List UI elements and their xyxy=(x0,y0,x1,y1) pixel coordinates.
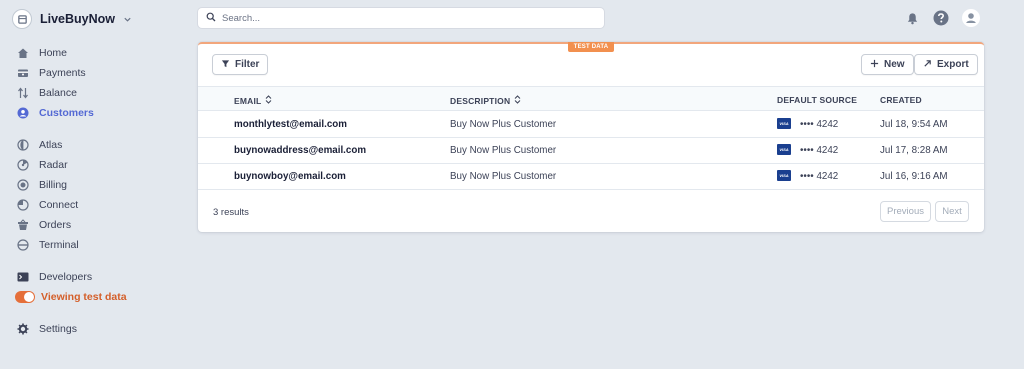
sidebar-item-home[interactable]: Home xyxy=(16,45,67,61)
column-email[interactable]: EMAIL xyxy=(234,95,272,106)
payments-icon xyxy=(16,67,29,80)
filter-button[interactable]: Filter xyxy=(212,54,269,75)
created-date: Jul 18, 9:54 AM xyxy=(880,119,948,130)
customer-description: Buy Now Plus Customer xyxy=(450,171,557,182)
column-source-label: DEFAULT SOURCE xyxy=(777,95,858,105)
card-last4: •••• 4242 xyxy=(800,145,839,156)
plus-icon xyxy=(870,59,879,71)
search-input[interactable]: Search... xyxy=(198,8,604,28)
sidebar-item-atlas[interactable]: Atlas xyxy=(16,137,62,153)
radar-icon xyxy=(16,159,29,172)
billing-icon xyxy=(16,179,29,192)
sidebar-item-label: Balance xyxy=(39,87,77,99)
sidebar-item-label: Orders xyxy=(39,219,72,231)
customer-description: Buy Now Plus Customer xyxy=(450,145,557,156)
test-data-label: Viewing test data xyxy=(41,291,127,303)
customer-email: monthlytest@email.com xyxy=(234,119,347,130)
store-icon xyxy=(12,9,32,29)
customer-description: Buy Now Plus Customer xyxy=(450,119,557,130)
export-label: Export xyxy=(937,59,969,70)
sidebar-item-label: Radar xyxy=(39,159,68,171)
column-email-label: EMAIL xyxy=(234,95,262,106)
orders-icon xyxy=(16,219,29,232)
filter-icon xyxy=(221,59,230,71)
sidebar-item-terminal[interactable]: Terminal xyxy=(16,237,79,253)
terminal-icon xyxy=(16,239,29,252)
table-row[interactable]: monthlytest@email.com Buy Now Plus Custo… xyxy=(198,112,984,138)
help-icon[interactable] xyxy=(932,9,950,27)
sidebar-item-label: Home xyxy=(39,47,68,59)
column-created-label: CREATED xyxy=(880,95,922,105)
customer-email: buynowaddress@email.com xyxy=(234,145,367,156)
table-row[interactable]: buynowboy@email.com Buy Now Plus Custome… xyxy=(198,164,984,190)
table-row[interactable]: buynowaddress@email.com Buy Now Plus Cus… xyxy=(198,138,984,164)
sidebar-item-developers[interactable]: Developers xyxy=(16,269,92,285)
results-count: 3 results xyxy=(213,207,249,218)
user-icon[interactable] xyxy=(962,9,980,27)
visa-icon: VISA xyxy=(777,118,791,129)
sidebar-item-label: Connect xyxy=(39,199,79,211)
toggle-icon xyxy=(15,291,35,303)
home-icon xyxy=(16,47,29,60)
sidebar: LiveBuyNow Home Payments Balance Custome… xyxy=(0,0,190,369)
customer-email: buynowboy@email.com xyxy=(234,171,346,182)
sidebar-item-radar[interactable]: Radar xyxy=(16,157,68,173)
visa-icon: VISA xyxy=(777,170,791,181)
gear-icon xyxy=(16,323,29,336)
search-placeholder: Search... xyxy=(222,12,261,24)
sidebar-item-label: Billing xyxy=(39,179,68,191)
account-switcher[interactable]: LiveBuyNow xyxy=(12,8,133,30)
test-data-badge: TEST DATA xyxy=(568,42,614,52)
visa-icon: VISA xyxy=(777,144,791,155)
sidebar-item-label: Payments xyxy=(39,67,86,79)
created-date: Jul 16, 9:16 AM xyxy=(880,171,948,182)
column-default-source: DEFAULT SOURCE xyxy=(777,95,857,105)
account-name: LiveBuyNow xyxy=(40,12,116,26)
new-button[interactable]: New xyxy=(861,54,914,75)
table-header xyxy=(198,86,984,111)
sidebar-item-settings[interactable]: Settings xyxy=(16,321,77,337)
sort-icon xyxy=(265,95,272,106)
card-last4: •••• 4242 xyxy=(800,171,839,182)
next-button[interactable]: Next xyxy=(935,201,969,222)
export-icon xyxy=(923,59,932,71)
column-description-label: DESCRIPTION xyxy=(450,95,511,106)
connect-icon xyxy=(16,199,29,212)
sidebar-item-label: Customers xyxy=(39,107,94,119)
sidebar-item-label: Terminal xyxy=(39,239,79,251)
sort-icon xyxy=(514,95,521,106)
sidebar-item-customers[interactable]: Customers xyxy=(16,105,94,121)
sidebar-item-label: Developers xyxy=(39,271,93,283)
sidebar-item-label: Settings xyxy=(39,323,77,335)
filter-label: Filter xyxy=(235,59,260,70)
sidebar-item-orders[interactable]: Orders xyxy=(16,217,71,233)
card-last4: •••• 4242 xyxy=(800,119,839,130)
sidebar-item-billing[interactable]: Billing xyxy=(16,177,67,193)
test-data-toggle[interactable]: Viewing test data xyxy=(15,289,127,305)
previous-button[interactable]: Previous xyxy=(880,201,931,222)
new-label: New xyxy=(884,59,905,70)
sidebar-item-connect[interactable]: Connect xyxy=(16,197,78,213)
sidebar-item-balance[interactable]: Balance xyxy=(16,85,77,101)
column-created: CREATED xyxy=(880,95,922,105)
chevron-down-icon xyxy=(123,14,133,24)
bell-icon[interactable] xyxy=(903,9,921,27)
search-icon xyxy=(206,9,216,27)
created-date: Jul 17, 8:28 AM xyxy=(880,145,948,156)
developers-icon xyxy=(16,271,29,284)
export-button[interactable]: Export xyxy=(914,54,978,75)
balance-icon xyxy=(16,87,29,100)
sidebar-item-payments[interactable]: Payments xyxy=(16,65,86,81)
column-description[interactable]: DESCRIPTION xyxy=(450,95,521,106)
sidebar-item-label: Atlas xyxy=(39,139,63,151)
atlas-icon xyxy=(16,139,29,152)
customers-icon xyxy=(16,107,29,120)
